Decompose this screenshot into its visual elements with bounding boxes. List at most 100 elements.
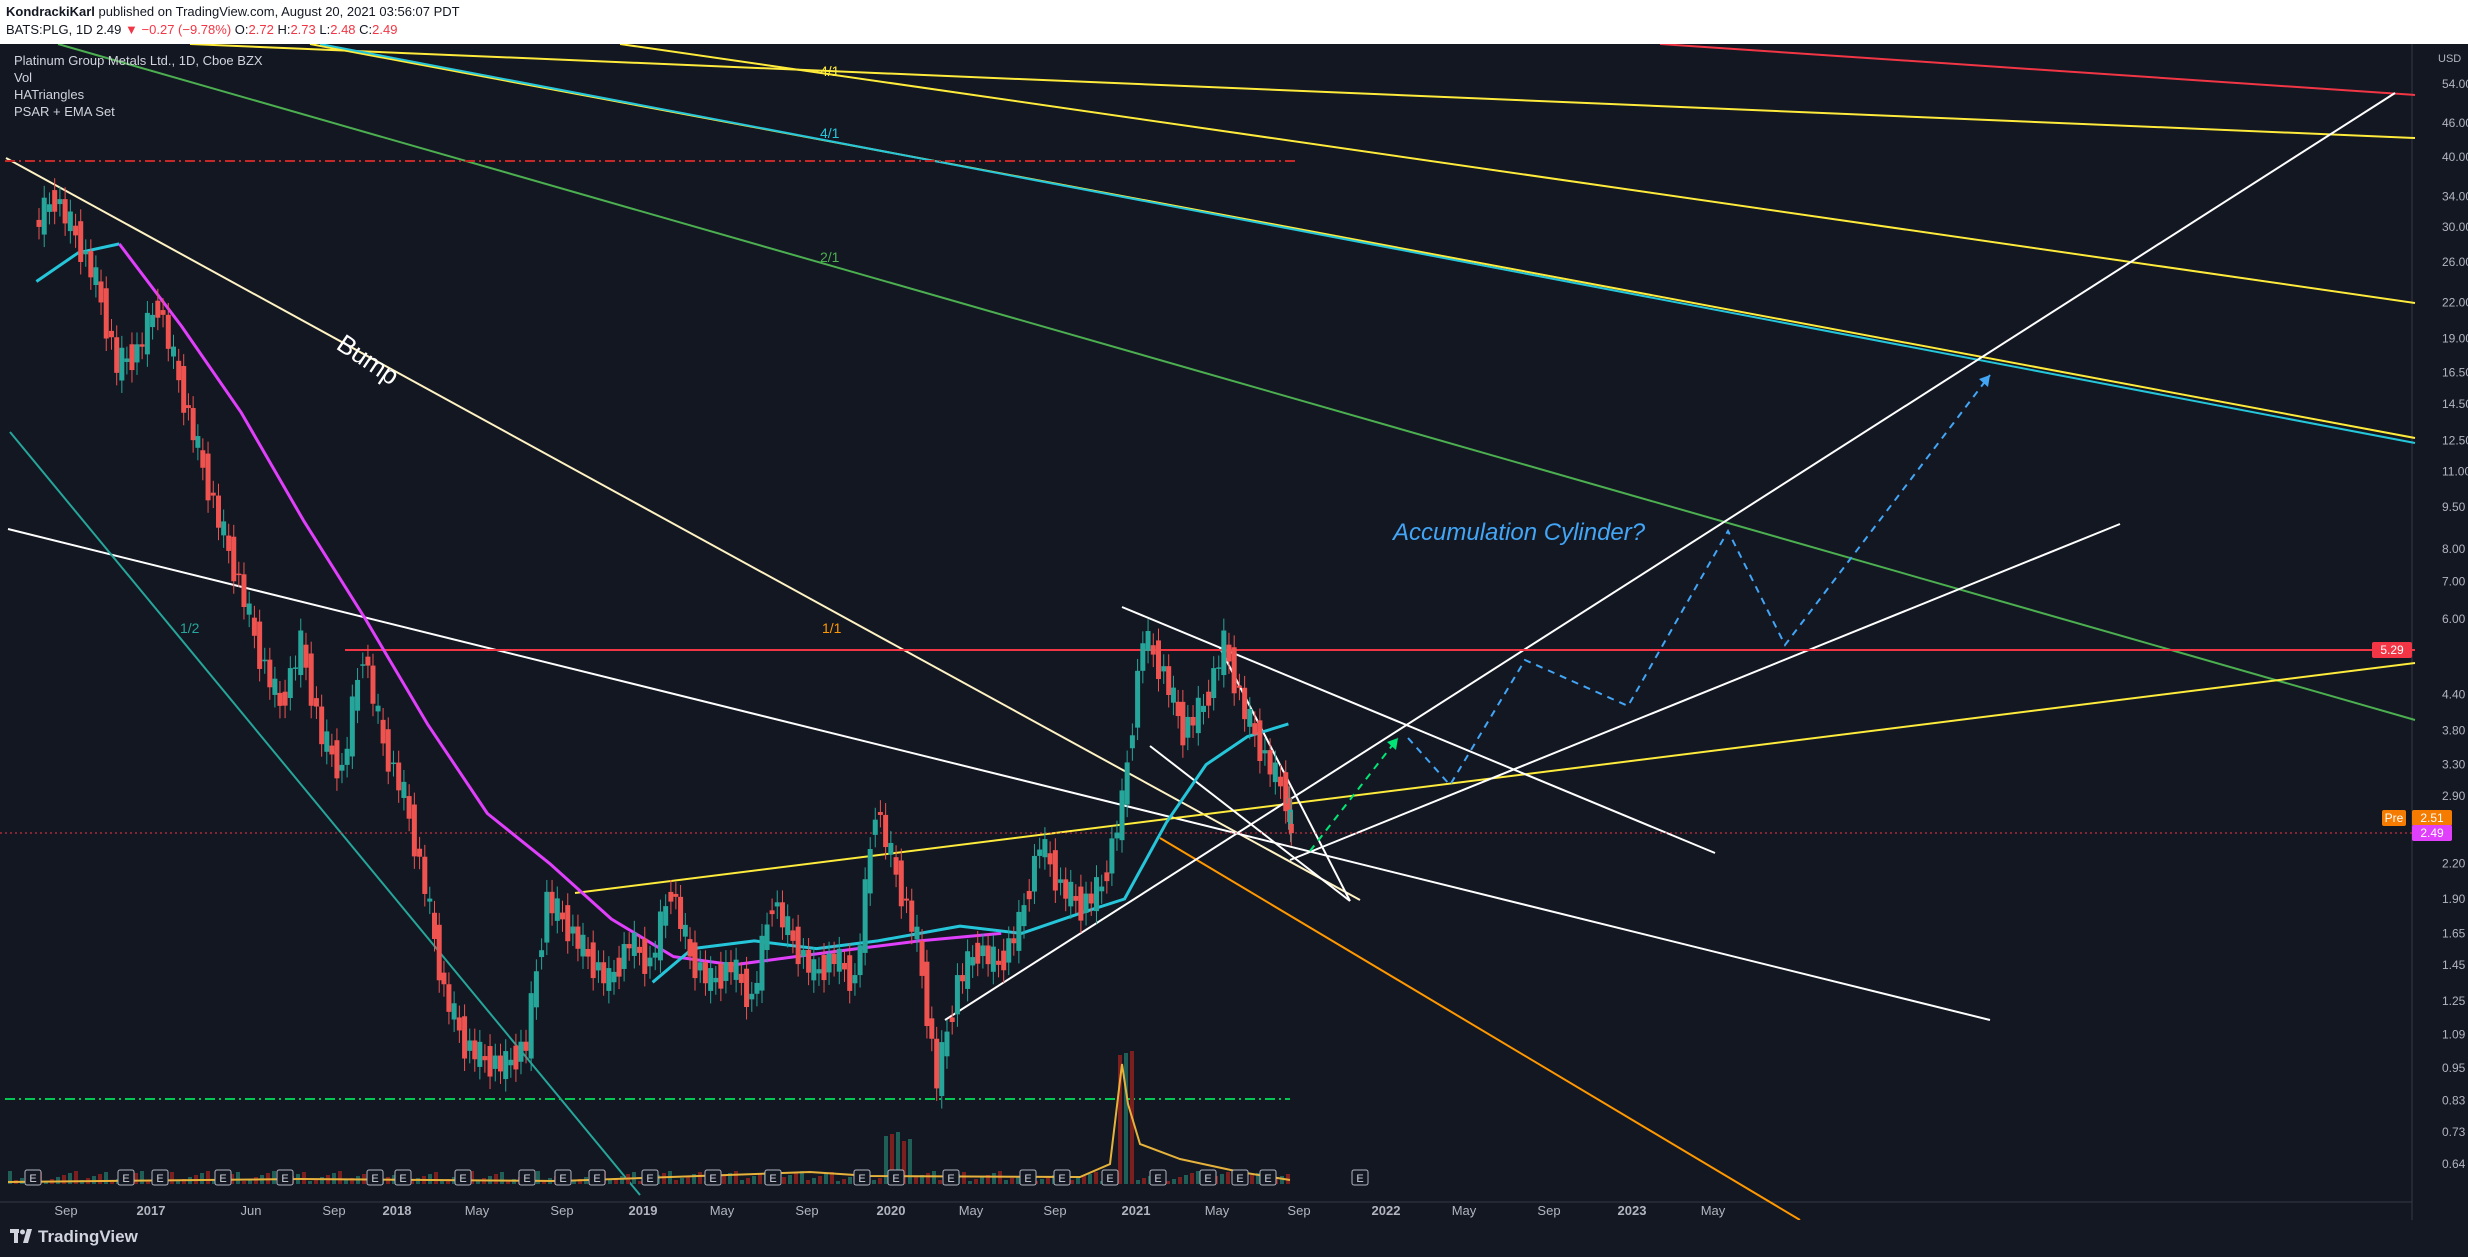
candle-body [360,664,366,666]
legend-indicator-vol[interactable]: Vol [14,69,263,86]
candle-body [1231,647,1237,694]
volume-bar [254,1177,258,1184]
candle-body [749,993,755,1000]
y-tick-label: 34.00 [2442,190,2468,204]
candle-body [1278,776,1284,787]
candle-body [406,796,412,819]
candle-body [181,366,187,413]
candle-body [1226,644,1232,662]
volume-bar [1184,1175,1188,1184]
candle-body [1135,670,1141,728]
author-name[interactable]: KondrackiKarl [6,4,95,19]
candle-body [1257,720,1263,762]
plot-area [0,44,2412,1220]
volume-bar [338,1171,342,1184]
candle-body [508,1059,514,1066]
publish-line: KondrackiKarl published on TradingView.c… [6,4,460,19]
candle-body [616,957,622,977]
y-tick-label: 1.09 [2442,1027,2466,1041]
earnings-marker: E [887,1169,905,1186]
candle-body [738,973,744,983]
earnings-label: E [1356,1173,1363,1185]
candle-body [282,691,288,706]
candle-body [482,1056,488,1061]
volume-bar [1046,1177,1050,1184]
candle-body [1180,701,1186,746]
candle-body [155,300,161,318]
candle-body [857,945,863,976]
candle-body [934,1038,940,1089]
tradingview-logo-icon [10,1229,32,1243]
x-tick-label: Sep [1043,1203,1066,1218]
volume-bar [662,1173,666,1184]
x-tick-label: 2020 [877,1203,906,1218]
volume-bar [752,1176,756,1184]
candle-body [611,971,617,983]
chart-annotation: 4/1 [820,125,840,141]
candle-body [108,330,114,338]
volume-bar [1178,1177,1182,1184]
earnings-marker: E [764,1169,782,1186]
candle-body [46,204,52,212]
candle-body [41,197,47,235]
legend-indicator-psar-ema[interactable]: PSAR + EMA Set [14,103,263,120]
volume-bar [104,1172,108,1184]
publish-info: published on TradingView.com, August 20,… [98,4,460,19]
y-tick-label: 12.50 [2442,433,2468,447]
candle-body [1063,879,1069,899]
x-tick-label: Sep [795,1203,818,1218]
earnings-label: E [947,1173,954,1185]
candle-body [1150,645,1156,655]
candle-body [319,706,325,745]
candle-body [349,696,355,757]
candle-body [226,535,232,551]
earnings-label: E [156,1173,163,1185]
candle-body [396,762,402,791]
x-tick-label: 2017 [137,1203,166,1218]
legend-indicator-hatriangles[interactable]: HATriangles [14,86,263,103]
ohlc-low-value: 2.48 [330,22,356,37]
earnings-marker: E [1019,1169,1037,1186]
volume-bar [440,1181,444,1184]
x-tick-label: May [1452,1203,1477,1218]
candle-body [673,893,679,897]
legend-title[interactable]: Platinum Group Metals Ltd., 1D, Cboe BZX [14,52,263,69]
y-tick-label: 6.00 [2442,612,2466,626]
volume-bar [698,1172,702,1184]
earnings-label: E [29,1173,36,1185]
candle-body [176,360,182,381]
x-tick-label: Sep [550,1203,573,1218]
candle-body [949,1017,955,1023]
chart-annotation: 1/1 [822,620,842,636]
volume-bar [806,1180,810,1184]
x-tick-label: May [1205,1203,1230,1218]
candle-body [702,962,708,984]
candle-body [733,959,739,980]
x-tick-label: Sep [322,1203,345,1218]
candle-body [754,982,760,994]
earnings-marker: E [151,1169,169,1186]
candle-body [472,1040,478,1060]
y-tick-label: 14.50 [2442,397,2468,411]
candle-body [862,879,868,953]
footer-bar [0,1220,2468,1257]
candle-body [462,1016,468,1059]
tradingview-brand[interactable]: TradingView [10,1227,138,1247]
candle-body [339,764,345,771]
candle-body [390,762,396,765]
candle-body [652,952,658,958]
chart-annotation: Accumulation Cylinder? [1391,519,1646,546]
candle-body [523,1041,529,1051]
volume-bar [1250,1175,1254,1184]
volume-bar [680,1178,684,1184]
volume-bar [740,1180,744,1184]
volume-bar [1040,1179,1044,1184]
x-tick-label: 2023 [1618,1203,1647,1218]
volume-bar [962,1172,966,1184]
candle-body [1166,666,1172,696]
candle-body [713,977,719,983]
price-chart[interactable]: USD 54.00 46.00 40.00 34.00 30.00 26.00 22.00 19… [0,44,2468,1220]
volume-bar [782,1177,786,1184]
earnings-label: E [892,1173,899,1185]
candle-body [417,848,423,857]
